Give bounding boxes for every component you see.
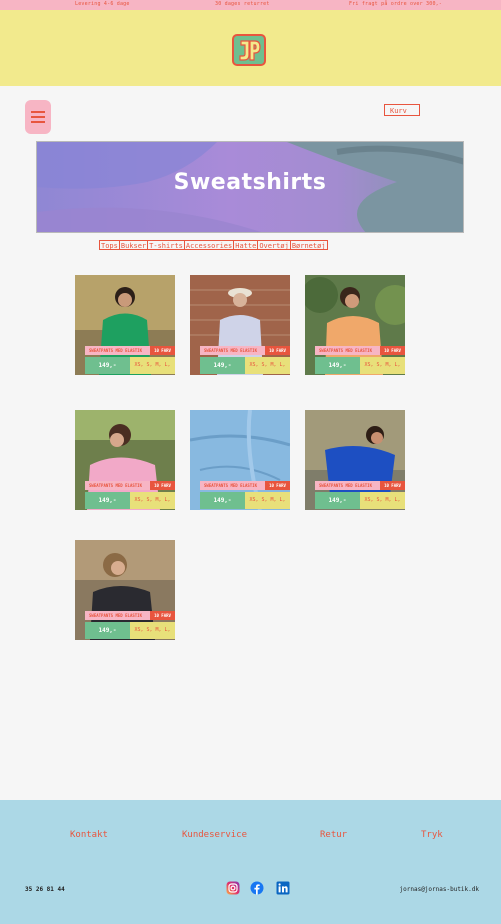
color-count: 10 FARV xyxy=(150,481,175,490)
product-tag: SWEATPANTS MED ELASTIK xyxy=(315,346,380,355)
color-count: 10 FARV xyxy=(150,346,175,355)
category-tops[interactable]: Tops xyxy=(99,240,120,250)
color-count: 10 FARV xyxy=(380,481,405,490)
hero-banner: Sweatshirts xyxy=(36,141,464,233)
product-card[interactable]: SWEATPANTS MED ELASTIK 10 FARV 149,- XS,… xyxy=(190,410,290,510)
product-sizes: XS, S, M, L, XL xyxy=(360,492,405,509)
announcement-bar: Levering 4-6 dage 30 dages returret Fri … xyxy=(0,0,501,10)
category-overtoj[interactable]: Overtøj xyxy=(257,240,291,250)
product-tag: SWEATPANTS MED ELASTIK xyxy=(200,346,265,355)
logo-mark xyxy=(232,34,266,66)
product-card[interactable]: SWEATPANTS MED ELASTIK 10 FARV 149,- XS,… xyxy=(305,410,405,510)
delivery-info: Levering 4-6 dage xyxy=(75,1,130,7)
facebook-icon[interactable] xyxy=(250,880,264,895)
product-tag: SWEATPANTS MED ELASTIK xyxy=(85,481,150,490)
footer-link-retur[interactable]: Retur xyxy=(320,830,347,840)
footer-link-tryk[interactable]: Tryk xyxy=(421,830,443,840)
product-sizes: XS, S, M, L, XL xyxy=(130,357,175,374)
shipping-info: Fri fragt på ordre over 300,- xyxy=(349,1,443,7)
logo[interactable] xyxy=(232,34,266,66)
product-sizes: XS, S, M, L, XL xyxy=(130,622,175,639)
page-title: Sweatshirts xyxy=(173,170,327,195)
product-card[interactable]: SWEATPANTS MED ELASTIK 10 FARV 149,- XS,… xyxy=(75,410,175,510)
product-card[interactable]: SWEATPANTS MED ELASTIK 10 FARV 149,- XS,… xyxy=(305,275,405,375)
product-card[interactable]: SWEATPANTS MED ELASTIK 10 FARV 149,- XS,… xyxy=(190,275,290,375)
product-tag: SWEATPANTS MED ELASTIK xyxy=(85,611,150,620)
category-nav: Tops Bukser T-shirts Accessories Hatte O… xyxy=(99,240,328,250)
cart-button[interactable]: Kurv xyxy=(384,104,420,116)
product-price: 149,- xyxy=(200,357,245,374)
product-sizes: XS, S, M, L, XL xyxy=(245,357,290,374)
product-card[interactable]: SWEATPANTS MED ELASTIK 10 FARV 149,- XS,… xyxy=(75,275,175,375)
linkedin-icon[interactable] xyxy=(276,880,290,895)
product-price: 149,- xyxy=(315,492,360,509)
category-bukser[interactable]: Bukser xyxy=(118,240,149,250)
product-tag: SWEATPANTS MED ELASTIK xyxy=(315,481,380,490)
product-sizes: XS, S, M, L, XL xyxy=(245,492,290,509)
category-t-shirts[interactable]: T-shirts xyxy=(147,240,185,250)
color-count: 10 FARV xyxy=(265,346,290,355)
site-footer: Kontakt Kundeservice Retur Tryk 35 26 81… xyxy=(0,800,501,924)
returns-info: 30 dages returret xyxy=(215,1,270,7)
menu-button[interactable] xyxy=(25,100,51,134)
product-price: 149,- xyxy=(85,357,130,374)
product-price: 149,- xyxy=(85,492,130,509)
email-address[interactable]: jornas@jornas-butik.dk xyxy=(400,886,479,893)
product-price: 149,- xyxy=(315,357,360,374)
product-tag: SWEATPANTS MED ELASTIK xyxy=(200,481,265,490)
product-price: 149,- xyxy=(200,492,245,509)
site-header xyxy=(0,10,501,86)
category-bornetoj[interactable]: Børnetøj xyxy=(289,240,328,250)
product-sizes: XS, S, M, L, XL xyxy=(360,357,405,374)
product-price: 149,- xyxy=(85,622,130,639)
product-tag: SWEATPANTS MED ELASTIK xyxy=(85,346,150,355)
color-count: 10 FARV xyxy=(150,611,175,620)
product-card[interactable]: SWEATPANTS MED ELASTIK 10 FARV 149,- XS,… xyxy=(75,540,175,640)
category-hatte[interactable]: Hatte xyxy=(233,240,259,250)
footer-link-kontakt[interactable]: Kontakt xyxy=(70,830,108,840)
product-sizes: XS, S, M, L, XL xyxy=(130,492,175,509)
category-accessories[interactable]: Accessories xyxy=(183,240,235,250)
color-count: 10 FARV xyxy=(380,346,405,355)
footer-link-kundeservice[interactable]: Kundeservice xyxy=(182,830,247,840)
phone-number: 35 26 81 44 xyxy=(25,886,65,893)
color-count: 10 FARV xyxy=(265,481,290,490)
instagram-icon[interactable] xyxy=(226,880,240,895)
